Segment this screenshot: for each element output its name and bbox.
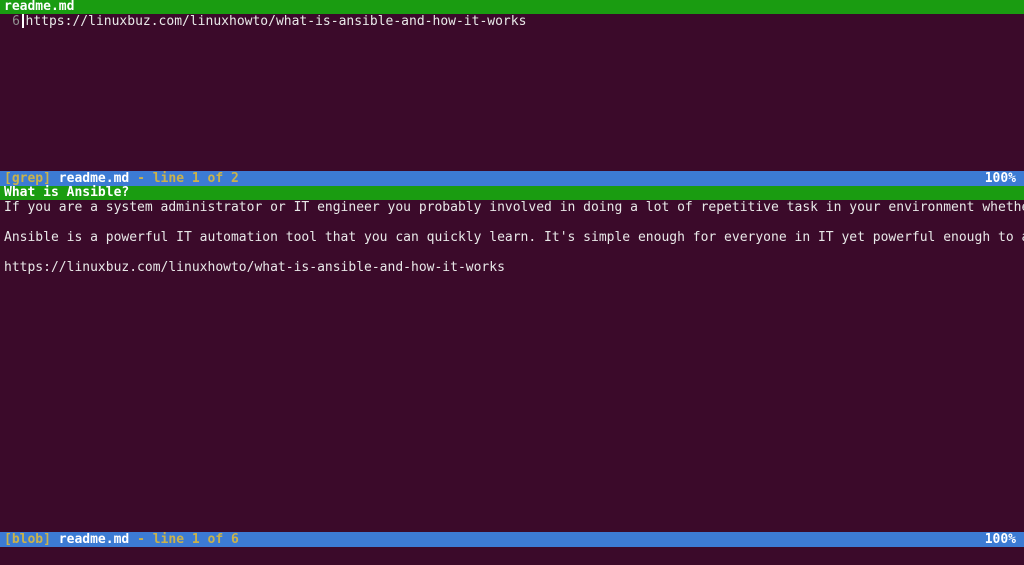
title-bar: readme.md — [0, 0, 1024, 14]
blob-status-bar: [blob] readme.md - line 1 of 6 100% — [0, 532, 1024, 547]
status-pos: line 1 of 2 — [153, 171, 239, 186]
content-line: If you are a system administrator or IT … — [0, 200, 1024, 215]
blob-pane[interactable]: If you are a system administrator or IT … — [0, 200, 1024, 532]
status-file: readme.md — [59, 532, 129, 547]
line-number: 6 — [0, 14, 22, 29]
content-heading: What is Ansible? — [0, 186, 1024, 200]
grep-result-text: https://linuxbuz.com/linuxhowto/what-is-… — [26, 14, 527, 29]
grep-status-bar: [grep] readme.md - line 1 of 2 100% — [0, 171, 1024, 186]
file-title: readme.md — [4, 0, 74, 14]
status-pct: 100% — [985, 171, 1020, 186]
grep-pane[interactable]: 6 https://linuxbuz.com/linuxhowto/what-i… — [0, 14, 1024, 171]
status-pos: line 1 of 6 — [153, 532, 239, 547]
mode-label: [grep] — [4, 171, 51, 186]
content-line — [0, 215, 1024, 230]
status-file: readme.md — [59, 171, 129, 186]
status-left: [grep] readme.md - line 1 of 2 — [4, 171, 239, 186]
status-pct: 100% — [985, 532, 1020, 547]
mode-label: [blob] — [4, 532, 51, 547]
status-dash: - — [137, 532, 153, 547]
content-line: Ansible is a powerful IT automation tool… — [0, 230, 1024, 245]
editor-root: readme.md 6 https://linuxbuz.com/linuxho… — [0, 0, 1024, 565]
content-line — [0, 245, 1024, 260]
grep-result-row[interactable]: 6 https://linuxbuz.com/linuxhowto/what-i… — [0, 14, 1024, 29]
content-line: https://linuxbuz.com/linuxhowto/what-is-… — [0, 260, 1024, 275]
footer-gap — [0, 547, 1024, 565]
status-left: [blob] readme.md - line 1 of 6 — [4, 532, 239, 547]
status-dash: - — [137, 171, 153, 186]
text-cursor — [22, 14, 24, 28]
heading-text: What is Ansible? — [4, 185, 129, 200]
